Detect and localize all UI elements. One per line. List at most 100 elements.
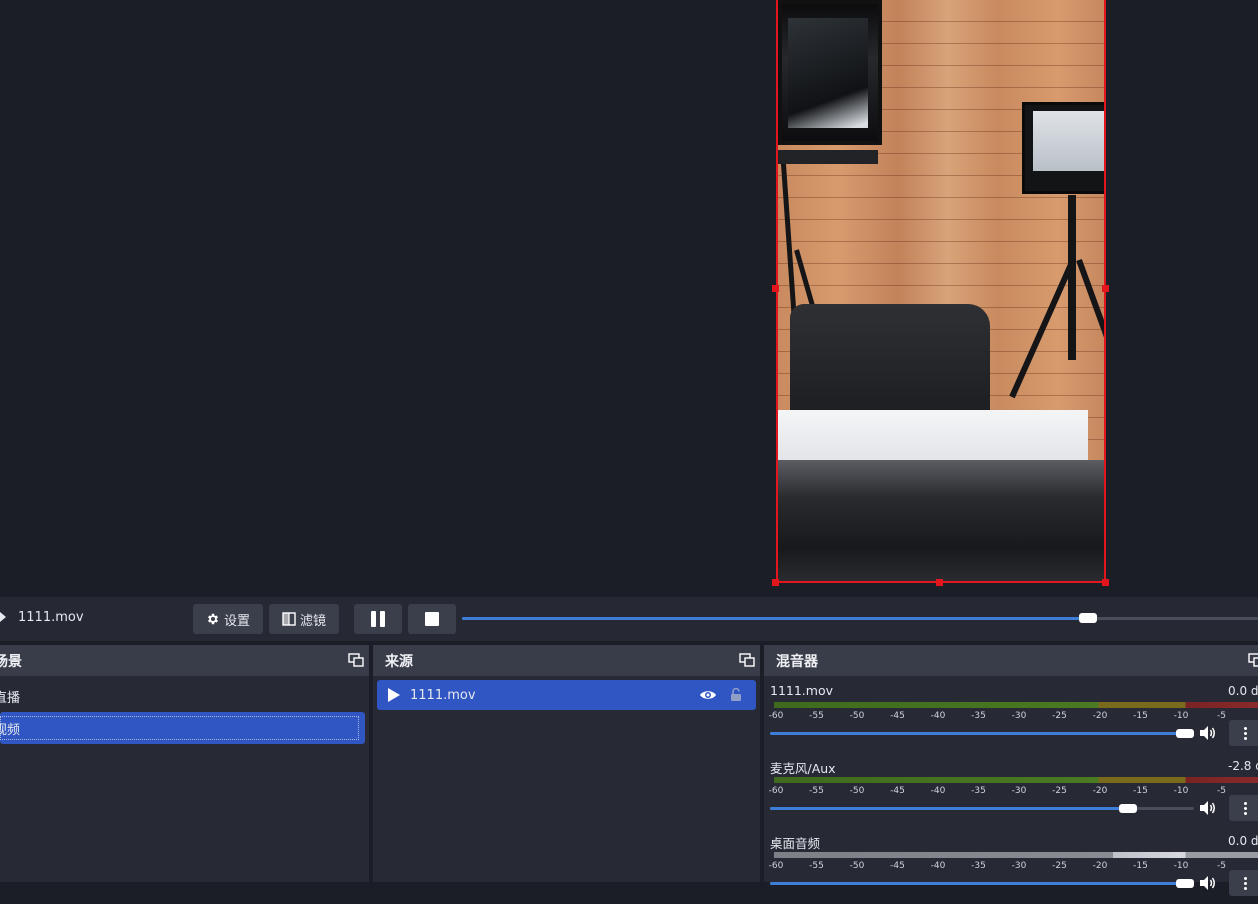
meter-tick-label: -10: [1173, 786, 1189, 796]
resize-handle-ml[interactable]: [772, 285, 779, 292]
meter-tick-label: -25: [1052, 861, 1067, 871]
scene-item-label: 直播: [0, 690, 21, 706]
volume-meter: [774, 702, 1258, 708]
channel-name: 麦克风/Aux: [770, 761, 836, 776]
speaker-icon[interactable]: [1199, 725, 1217, 741]
resize-handle-br[interactable]: [1102, 579, 1109, 586]
undock-icon[interactable]: [1248, 653, 1258, 667]
volume-meter: [774, 777, 1258, 783]
undock-icon[interactable]: [739, 653, 755, 667]
undock-icon[interactable]: [348, 653, 364, 667]
seek-progress: [462, 617, 1083, 620]
source-preview-frame[interactable]: [776, 0, 1106, 583]
meter-tick-label: -50: [849, 711, 865, 721]
stop-button[interactable]: [408, 604, 456, 634]
resize-handle-mr[interactable]: [1102, 285, 1109, 292]
meter-tick-label: -35: [971, 711, 986, 721]
filter-icon: [282, 612, 296, 626]
eye-icon[interactable]: [699, 689, 717, 701]
mixer-channel: 麦克风/Aux -2.8 dB -60 -55 -50 -45 -40 -35 -30 -25 -2…: [764, 757, 1258, 829]
media-source-icon: [388, 688, 400, 702]
desk-top: [778, 410, 1088, 462]
meter-tick-label: -5: [1217, 861, 1226, 871]
gear-icon: [208, 613, 218, 625]
channel-name: 1111.mov: [770, 683, 834, 698]
meter-tick-label: -40: [930, 711, 946, 721]
volume-slider[interactable]: [770, 879, 1194, 888]
meter-tick-label: -25: [1052, 711, 1067, 721]
meter-tick-label: -15: [1133, 711, 1148, 721]
volume-handle[interactable]: [1176, 729, 1194, 738]
volume-fill: [770, 807, 1123, 810]
teleprompter-monitor-left: [778, 0, 882, 145]
audio-mixer-dock: 混音器 1111.mov 0.0 dB -60 -55 -50 -45 -40 -35 -30 -…: [764, 645, 1258, 896]
filters-button[interactable]: 滤镜: [269, 604, 339, 634]
media-controls-bar: 1111.mov 设置 滤镜: [0, 597, 1258, 641]
seek-slider[interactable]: [462, 613, 1258, 623]
current-source-name: 1111.mov: [18, 610, 84, 625]
mixer-channel: 桌面音频 0.0 dB -60 -55 -50 -45 -40 -35 -30 -25 -20 -15…: [764, 832, 1258, 904]
settings-button[interactable]: 设置: [193, 604, 263, 634]
meter-scale: -60-55-50-45-40-35-30-25-20-15-10-50: [768, 786, 1258, 798]
meter-tick-label: -25: [1052, 786, 1067, 796]
scene-item-video[interactable]: 视频: [0, 712, 365, 744]
teleprompter-monitor-right: [1022, 102, 1104, 194]
source-item[interactable]: 1111.mov: [377, 680, 756, 710]
meter-tick-label: -40: [930, 786, 946, 796]
pause-button[interactable]: [354, 604, 402, 634]
scenes-header: 场景: [0, 645, 369, 676]
play-icon: [0, 612, 6, 622]
preview-canvas[interactable]: [0, 0, 1258, 597]
meter-tick-label: -30: [1011, 711, 1027, 721]
meter-tick-label: -60: [768, 786, 784, 796]
volume-slider[interactable]: [770, 804, 1194, 813]
scene-item-label: 视频: [0, 722, 21, 738]
scenes-dock: 场景 直播 视频: [0, 645, 369, 882]
meter-tick-label: -20: [1092, 711, 1108, 721]
meter-tick-label: -30: [1011, 786, 1027, 796]
meter-scale: -60-55-50-45-40-35-30-25-20-15-10-50: [768, 861, 1258, 873]
settings-label: 设置: [223, 612, 250, 628]
channel-menu-button[interactable]: [1229, 795, 1258, 821]
volume-fill: [770, 882, 1180, 885]
meter-tick-label: -45: [890, 786, 905, 796]
meter-tick-label: -5: [1217, 786, 1226, 796]
meter-tick-label: -30: [1011, 861, 1027, 871]
channel-db-level: 0.0 dB: [1228, 834, 1258, 848]
mixer-channel: 1111.mov 0.0 dB -60 -55 -50 -45 -40 -35 -30 -25 -2…: [764, 682, 1258, 754]
channel-name: 桌面音频: [770, 836, 821, 851]
meter-scale: -60-55-50-45-40-35-30-25-20-15-10-50: [768, 711, 1258, 723]
volume-meter: [774, 852, 1258, 858]
volume-handle[interactable]: [1176, 879, 1194, 888]
mixer-title: 混音器: [776, 653, 818, 670]
meter-tick-label: -55: [809, 711, 824, 721]
speaker-icon[interactable]: [1199, 800, 1217, 816]
lock-icon[interactable]: [730, 687, 742, 702]
meter-tick-label: -60: [768, 711, 784, 721]
volume-handle[interactable]: [1119, 804, 1137, 813]
meter-tick-label: -45: [890, 711, 905, 721]
scene-item-live[interactable]: 直播: [0, 680, 365, 712]
meter-tick-label: -35: [971, 861, 986, 871]
resize-handle-bm[interactable]: [936, 579, 943, 586]
meter-tick-label: -50: [849, 786, 865, 796]
seek-handle[interactable]: [1079, 613, 1097, 623]
volume-slider[interactable]: [770, 729, 1194, 738]
speaker-icon[interactable]: [1199, 875, 1217, 891]
stop-icon: [425, 612, 439, 626]
meter-tick-label: -10: [1173, 861, 1189, 871]
channel-menu-button[interactable]: [1229, 720, 1258, 746]
meter-tick-label: -10: [1173, 711, 1189, 721]
meter-tick-label: -35: [971, 786, 986, 796]
meter-tick-label: -50: [849, 861, 865, 871]
desk-base: [778, 460, 1104, 581]
channel-menu-button[interactable]: [1229, 870, 1258, 896]
meter-tick-label: -55: [809, 861, 824, 871]
scenes-title: 场景: [0, 653, 22, 670]
sources-title: 来源: [385, 653, 413, 670]
mixer-header: 混音器: [764, 645, 1258, 676]
meter-tick-label: -60: [768, 861, 784, 871]
resize-handle-bl[interactable]: [772, 579, 779, 586]
meter-tick-label: -15: [1133, 786, 1148, 796]
channel-db-level: 0.0 dB: [1228, 684, 1258, 698]
